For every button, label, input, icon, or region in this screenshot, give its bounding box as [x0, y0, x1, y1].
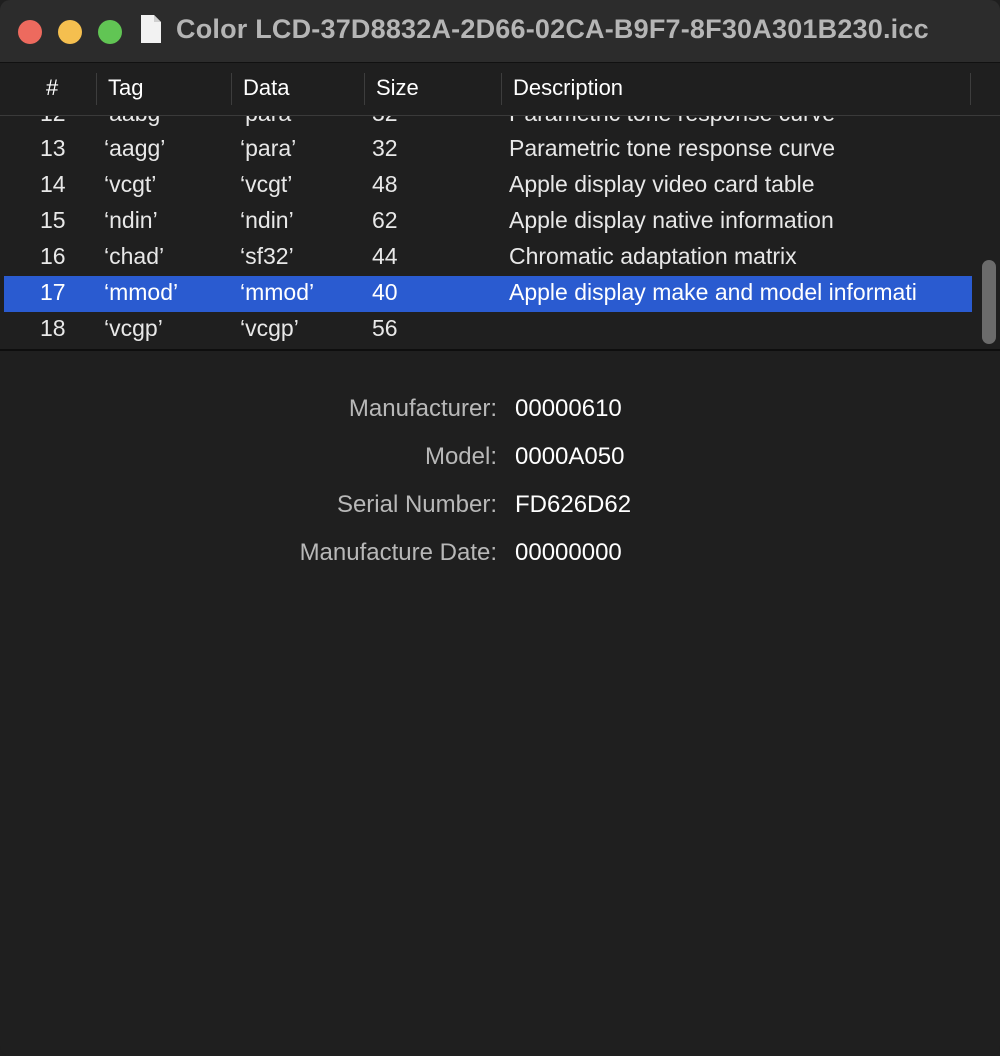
cell-tag: ‘ndin’ [104, 207, 158, 233]
profile-window: Color LCD-37D8832A-2D66-02CA-B9F7-8F30A3… [0, 0, 1000, 1056]
cell-description: Parametric tone response curve [509, 135, 835, 161]
column-divider[interactable] [96, 73, 97, 105]
table-row[interactable]: 16 ‘chad’ ‘sf32’ 44 Chromatic adaptation… [4, 240, 972, 276]
cell-size: 48 [372, 171, 398, 197]
document-icon[interactable] [140, 14, 162, 44]
cell-data: ‘vcgp’ [240, 315, 299, 341]
serial-number-value: FD626D62 [515, 491, 632, 518]
column-header-data[interactable]: Data [243, 75, 289, 101]
manufacturer-label: Manufacturer: [348, 395, 497, 422]
cell-tag: ‘aabg’ [104, 116, 165, 127]
column-divider[interactable] [364, 73, 365, 105]
cell-number: 18 [40, 315, 66, 341]
cell-size: 40 [372, 279, 398, 305]
vertical-scrollbar[interactable] [978, 116, 1000, 349]
window-title: Color LCD-37D8832A-2D66-02CA-B9F7-8F30A3… [176, 14, 929, 44]
cell-data: ‘vcgt’ [240, 171, 293, 197]
close-button[interactable] [18, 20, 42, 44]
table-header: # Tag Data Size Description [0, 63, 1000, 116]
cell-number: 13 [40, 135, 66, 161]
table-row[interactable]: 13 ‘aagg’ ‘para’ 32 Parametric tone resp… [4, 132, 972, 168]
serial-number-label: Serial Number: [336, 491, 497, 518]
cell-data: ‘sf32’ [240, 243, 294, 269]
cell-description: Apple display video card table [509, 171, 815, 197]
cell-tag: ‘chad’ [104, 243, 165, 269]
scrollbar-thumb[interactable] [982, 260, 996, 344]
cell-size: 56 [372, 315, 398, 341]
cell-data: ‘mmod’ [240, 279, 315, 305]
table-row[interactable]: 12 ‘aabg’ ‘para’ 32 Parametric tone resp… [4, 116, 972, 133]
cell-number: 15 [40, 207, 66, 233]
table-row[interactable]: 15 ‘ndin’ ‘ndin’ 62 Apple display native… [4, 204, 972, 240]
cell-number: 14 [40, 171, 66, 197]
column-header-size[interactable]: Size [376, 75, 419, 101]
cell-description: Apple display native information [509, 207, 834, 233]
cell-tag: ‘vcgt’ [104, 171, 157, 197]
table-row[interactable]: 14 ‘vcgt’ ‘vcgt’ 48 Apple display video … [4, 168, 972, 204]
cell-data: ‘para’ [240, 135, 297, 161]
tag-table[interactable]: 12 ‘aabg’ ‘para’ 32 Parametric tone resp… [0, 116, 1000, 349]
cell-size: 44 [372, 243, 398, 269]
column-divider[interactable] [231, 73, 232, 105]
manufacture-date-value: 00000000 [515, 539, 622, 566]
minimize-button[interactable] [58, 20, 82, 44]
cell-size: 62 [372, 207, 398, 233]
manufacturer-value: 00000610 [515, 395, 622, 422]
cell-data: ‘para’ [240, 116, 296, 127]
model-value: 0000A050 [515, 443, 625, 470]
column-header-number[interactable]: # [46, 75, 58, 101]
model-label: Model: [424, 443, 497, 470]
column-divider[interactable] [501, 73, 502, 105]
cell-number: 12 [40, 116, 66, 127]
manufacture-date-label: Manufacture Date: [299, 539, 497, 566]
column-divider[interactable] [970, 73, 971, 105]
table-row-selected[interactable]: 17 ‘mmod’ ‘mmod’ 40 Apple display make a… [4, 276, 972, 312]
column-header-description[interactable]: Description [513, 75, 623, 101]
cell-number: 17 [40, 279, 66, 305]
cell-number: 16 [40, 243, 66, 269]
title-bar[interactable]: Color LCD-37D8832A-2D66-02CA-B9F7-8F30A3… [0, 0, 1000, 63]
cell-size: 32 [372, 116, 398, 127]
zoom-button[interactable] [98, 20, 122, 44]
cell-size: 32 [372, 135, 398, 161]
cell-tag: ‘vcgp’ [104, 315, 163, 341]
cell-description: Apple display make and model informati [509, 279, 917, 305]
column-header-tag[interactable]: Tag [108, 75, 143, 101]
cell-tag: ‘aagg’ [104, 135, 166, 161]
table-row[interactable]: 18 ‘vcgp’ ‘vcgp’ 56 [4, 312, 972, 348]
tag-detail-panel: Manufacturer: 00000610 Model: 0000A050 S… [0, 351, 1000, 1056]
cell-tag: ‘mmod’ [104, 279, 179, 305]
cell-description: Parametric tone response curve [509, 116, 971, 127]
cell-data: ‘ndin’ [240, 207, 294, 233]
cell-description: Chromatic adaptation matrix [509, 243, 797, 269]
